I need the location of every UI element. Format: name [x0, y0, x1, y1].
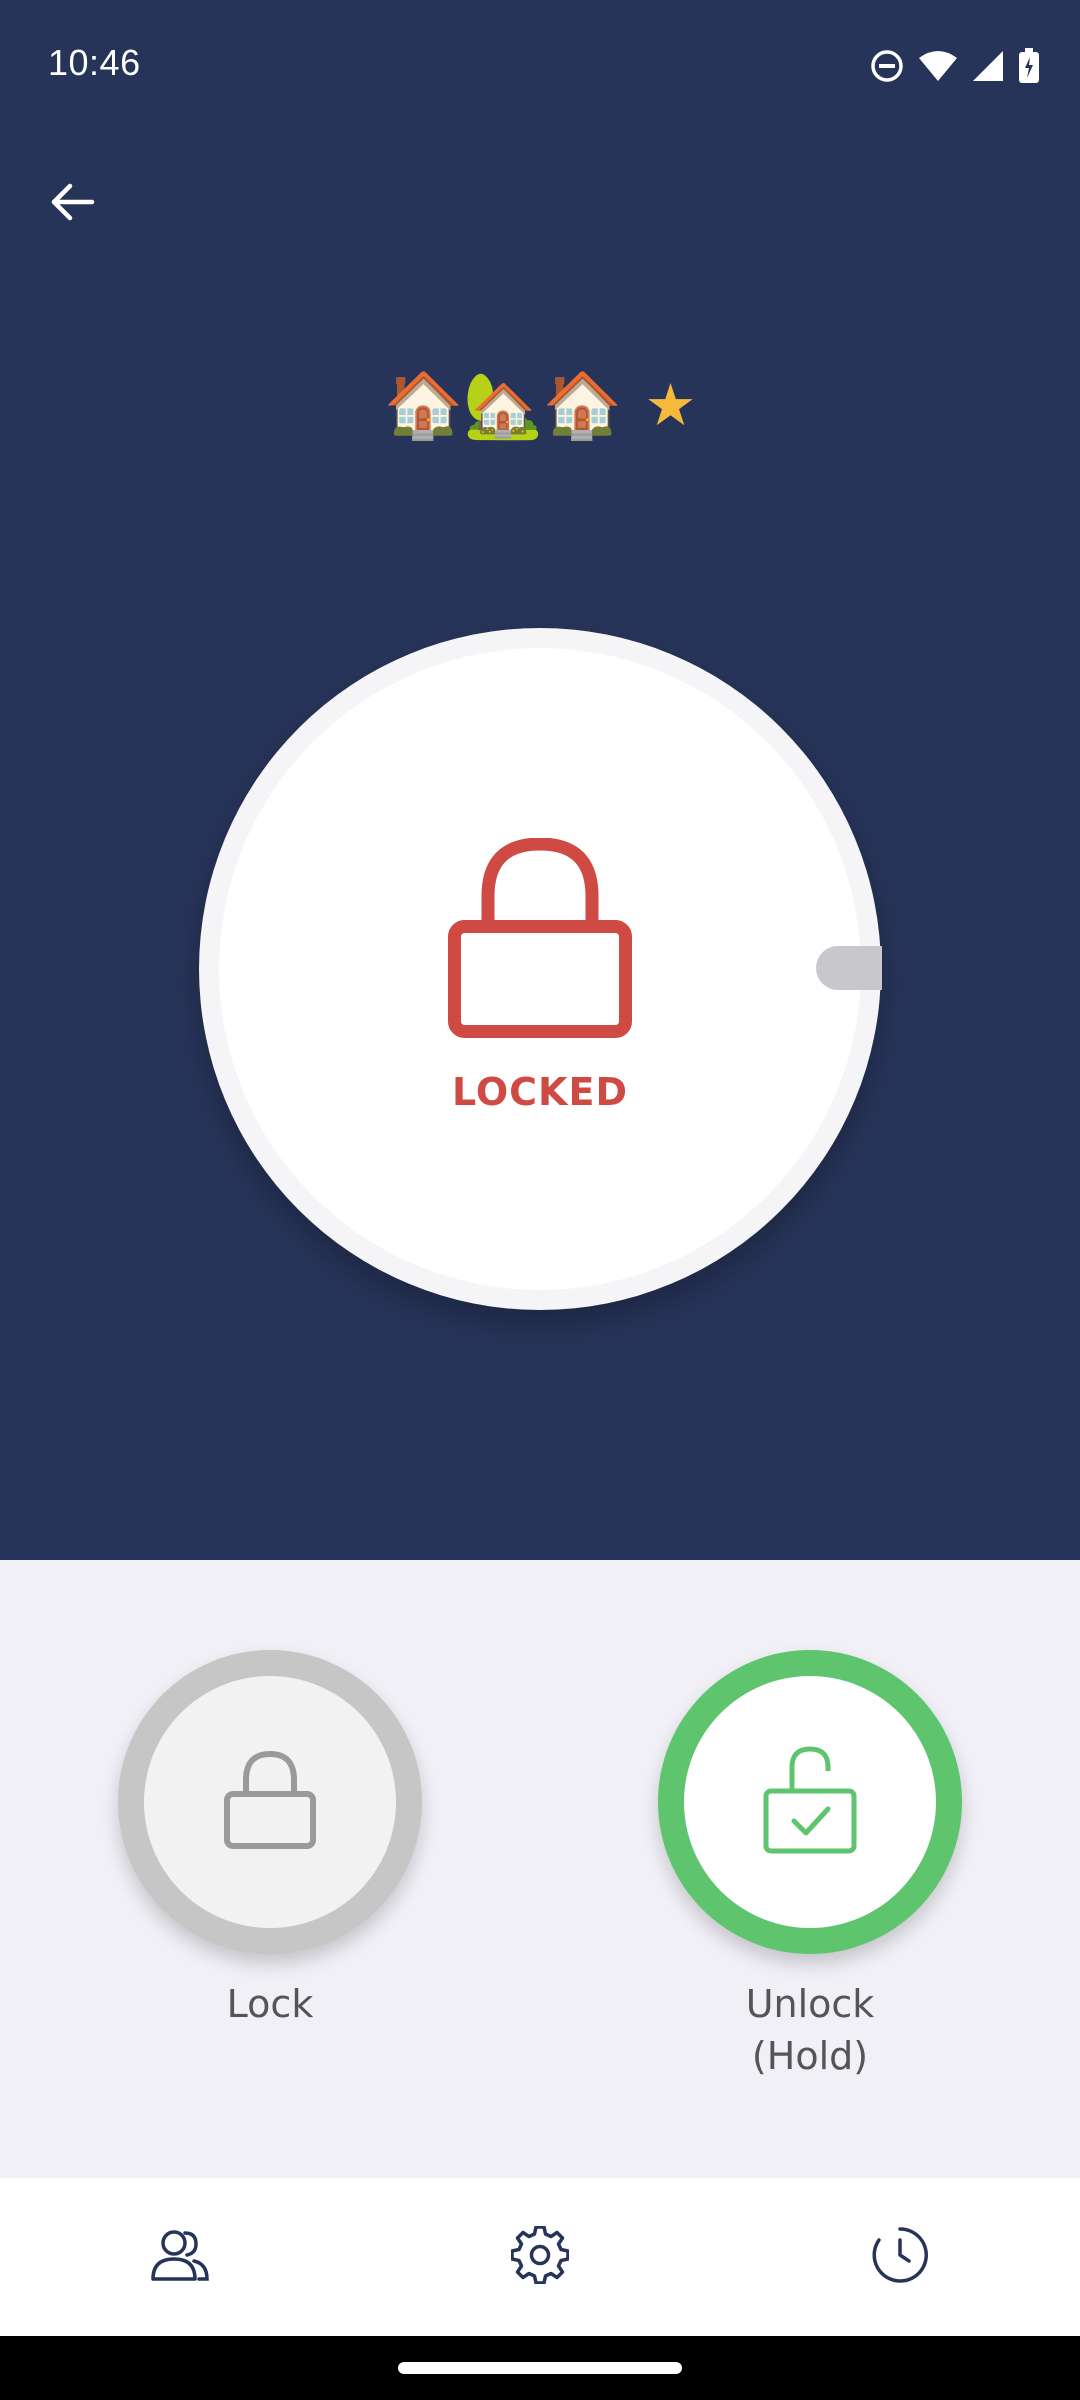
padlock-icon: [224, 1750, 316, 1854]
wifi-icon: [918, 50, 958, 86]
status-bar: 10:46: [0, 0, 1080, 136]
status-time: 10:46: [48, 42, 141, 83]
back-button[interactable]: [40, 172, 104, 236]
unlock-label-text: Unlock (Hold): [745, 1982, 875, 2078]
battery-charging-icon: [1018, 48, 1040, 88]
lock-button-face[interactable]: [144, 1676, 396, 1928]
lock-title: 🏠🏡🏠 ★: [0, 360, 1080, 450]
cellular-signal-icon: [972, 50, 1004, 86]
unlock-button-face[interactable]: [684, 1676, 936, 1928]
gear-icon: [510, 2225, 570, 2288]
nav-settings[interactable]: [360, 2178, 720, 2336]
system-gesture-bar: [0, 2336, 1080, 2400]
home-gesture-handle[interactable]: [398, 2362, 682, 2374]
unlock-button-label: Unlock (Hold): [630, 1978, 990, 2082]
nav-users[interactable]: [0, 2178, 360, 2336]
star-icon[interactable]: ★: [645, 371, 697, 439]
padlock-closed-icon: [448, 837, 632, 1038]
clock-icon: [871, 2226, 929, 2288]
bottom-nav: [0, 2178, 1080, 2336]
padlock-open-check-icon: [762, 1745, 858, 1859]
users-icon: [150, 2227, 210, 2287]
do-not-disturb-icon: [870, 49, 904, 87]
lock-status-label: LOCKED: [452, 1070, 628, 1114]
title-emojis: 🏠🏡🏠: [383, 368, 623, 443]
lock-button-label: Lock: [226, 1982, 314, 2026]
lock-position-indicator: [816, 946, 882, 990]
nav-history[interactable]: [720, 2178, 1080, 2336]
unlock-button[interactable]: [658, 1650, 962, 1954]
app-root: 10:46 🏠🏡🏠 ★ LOCKED Lock Unlock (Hold): [0, 0, 1080, 2400]
arrow-left-icon: [48, 178, 96, 230]
status-icons: [870, 48, 1040, 88]
lock-button[interactable]: [118, 1650, 422, 1954]
